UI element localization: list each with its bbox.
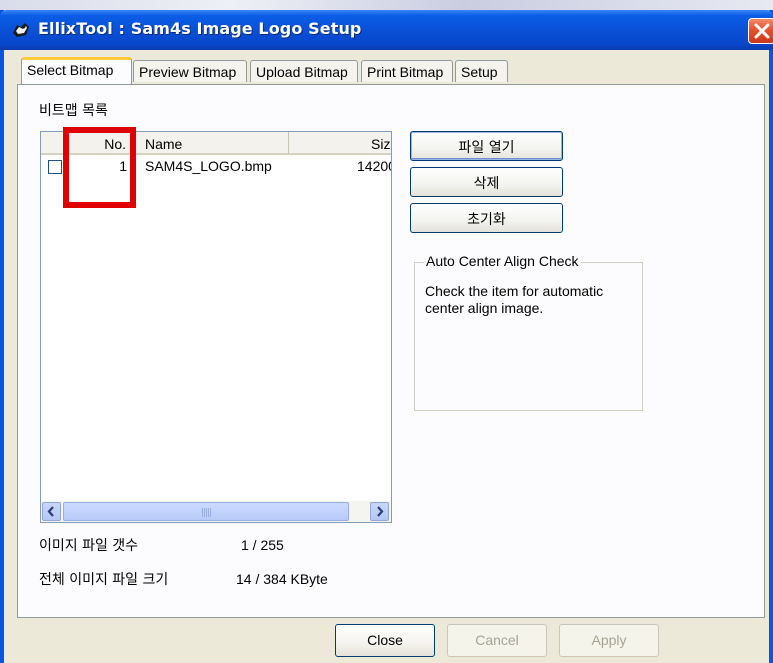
cancel-button[interactable]: Cancel xyxy=(447,624,547,657)
row-checkbox[interactable] xyxy=(48,160,62,174)
reset-button[interactable]: 초기화 xyxy=(410,203,563,233)
chevron-right-icon xyxy=(377,506,384,517)
column-header-name[interactable]: Name xyxy=(135,132,289,154)
window-title: EllixTool : Sam4s Image Logo Setup xyxy=(38,19,362,38)
tab-print-bitmap[interactable]: Print Bitmap xyxy=(361,60,453,82)
image-count-value: 1 / 255 xyxy=(241,537,284,553)
scroll-thumb[interactable]: ||||| xyxy=(63,502,349,521)
group-description: Check the item for automatic center alig… xyxy=(425,283,604,316)
tab-setup[interactable]: Setup xyxy=(455,60,508,82)
auto-center-group: Auto Center Align Check Check the item f… xyxy=(414,253,643,411)
bitmap-list-label: 비트맵 목록 xyxy=(39,103,108,119)
total-size-label: 전체 이미지 파일 크기 xyxy=(39,572,169,588)
chevron-left-icon xyxy=(47,506,54,517)
red-highlight-box xyxy=(63,127,136,208)
row-size: 14200 xyxy=(357,158,391,174)
app-icon xyxy=(13,23,29,37)
tab-preview-bitmap[interactable]: Preview Bitmap xyxy=(133,60,247,82)
group-title: Auto Center Align Check xyxy=(424,253,581,269)
tab-upload-bitmap[interactable]: Upload Bitmap xyxy=(250,60,358,82)
scroll-left-button[interactable] xyxy=(42,502,61,521)
image-count-label: 이미지 파일 갯수 xyxy=(39,538,139,554)
horizontal-scrollbar[interactable]: ||||| xyxy=(41,501,391,522)
open-file-button[interactable]: 파일 열기 xyxy=(410,131,563,161)
total-size-value: 14 / 384 KByte xyxy=(236,571,328,587)
scroll-grip-icon: ||||| xyxy=(201,508,212,518)
scroll-right-button[interactable] xyxy=(370,502,389,521)
tab-select-bitmap[interactable]: Select Bitmap xyxy=(21,57,132,84)
column-header-check[interactable] xyxy=(41,132,65,154)
close-window-button[interactable] xyxy=(748,18,773,44)
column-header-size[interactable]: Size xyxy=(289,132,391,154)
close-icon xyxy=(754,23,770,39)
apply-button[interactable]: Apply xyxy=(559,624,659,657)
row-file-name: SAM4S_LOGO.bmp xyxy=(145,158,272,174)
close-button[interactable]: Close xyxy=(335,624,435,657)
delete-button[interactable]: 삭제 xyxy=(410,167,563,197)
title-bar[interactable]: EllixTool : Sam4s Image Logo Setup xyxy=(0,10,773,50)
row-size-value: 14200 xyxy=(357,158,391,174)
